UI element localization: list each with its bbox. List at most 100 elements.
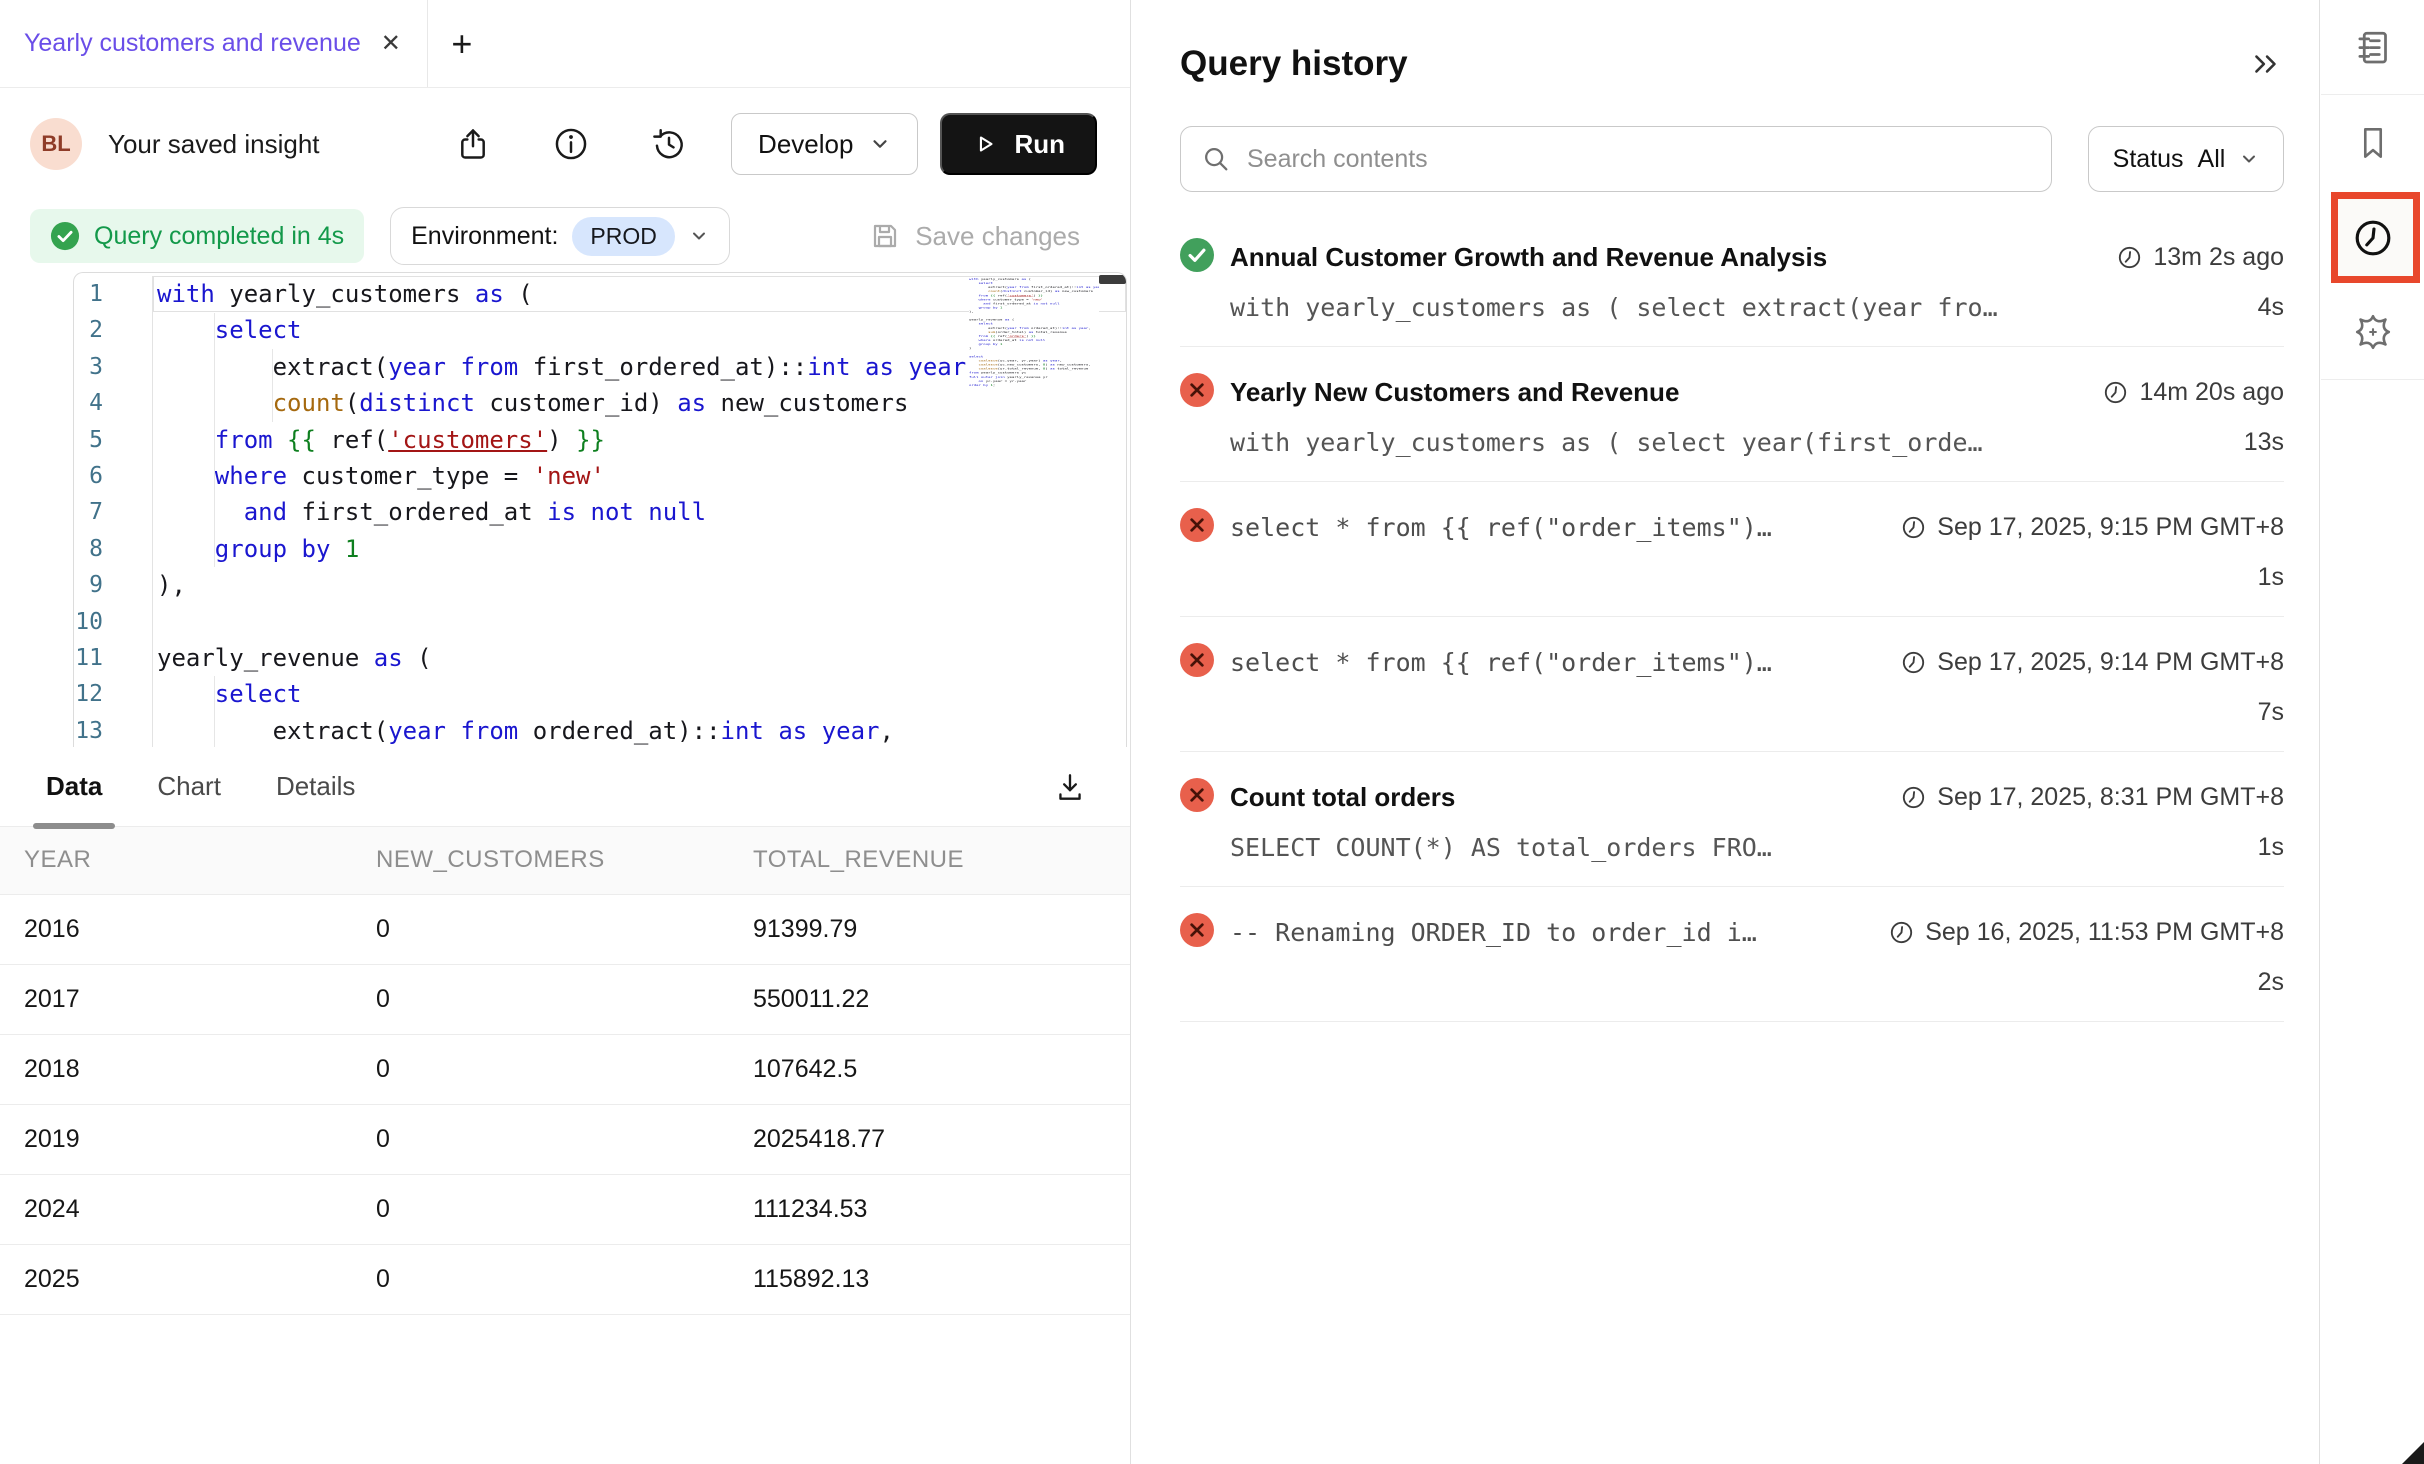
clock-icon xyxy=(1900,514,1927,541)
line-number: 10 xyxy=(74,604,152,640)
history-item-title: Yearly New Customers and Revenue xyxy=(1230,377,1679,408)
new-tab-button[interactable]: + xyxy=(428,0,496,87)
status-filter-label: Status xyxy=(2113,145,2184,174)
history-item-main-row: Annual Customer Growth and Revenue Analy… xyxy=(1180,238,2284,277)
history-item-timestamp: Sep 17, 2025, 9:15 PM GMT+8 xyxy=(1880,513,2284,542)
sql-ide-app: Yearly customers and revenue ✕ + BL Your… xyxy=(0,0,2424,1464)
indent-guide xyxy=(214,313,215,567)
results-tab-data[interactable]: Data xyxy=(46,747,102,826)
status-filter-dropdown[interactable]: Status All xyxy=(2088,126,2284,192)
line-number: 1 xyxy=(74,276,152,312)
history-item[interactable]: Annual Customer Growth and Revenue Analy… xyxy=(1180,212,2284,347)
editor-scrollbar-thumb[interactable] xyxy=(1099,275,1126,284)
history-item-duration: 13s xyxy=(2224,428,2284,457)
info-icon[interactable] xyxy=(551,124,591,164)
rail-item-bookmarks[interactable] xyxy=(2321,95,2424,190)
indent-guide xyxy=(214,676,215,747)
error-x-icon xyxy=(1180,643,1214,677)
table-cell: 0 xyxy=(376,894,753,964)
rail-item-query-history[interactable] xyxy=(2321,190,2424,285)
column-header: TOTAL_REVENUE xyxy=(753,827,1130,894)
history-item-title: select * from {{ ref("order_items")… xyxy=(1230,648,1772,677)
code-line[interactable]: 12 select xyxy=(74,676,1126,712)
environment-selector[interactable]: Environment: PROD xyxy=(390,207,730,265)
table-row: 2016091399.79 xyxy=(0,894,1130,964)
timestamp-text: Sep 16, 2025, 11:53 PM GMT+8 xyxy=(1925,918,2284,947)
owner-label: Your saved insight xyxy=(108,129,320,160)
save-changes-button[interactable]: Save changes xyxy=(869,220,1080,252)
version-history-icon[interactable] xyxy=(649,124,689,164)
tab-bar: Yearly customers and revenue ✕ + xyxy=(0,0,1130,88)
rail-item-notebook[interactable] xyxy=(2321,0,2424,95)
error-x-icon xyxy=(1180,373,1214,407)
line-number: 4 xyxy=(74,385,152,421)
right-icon-rail xyxy=(2321,0,2424,1464)
tab-yearly-customers[interactable]: Yearly customers and revenue ✕ xyxy=(0,0,428,87)
history-item-title: -- Renaming ORDER_ID to order_id i… xyxy=(1230,918,1757,947)
clock-icon xyxy=(2351,216,2395,260)
table-cell: 91399.79 xyxy=(753,894,1130,964)
clock-icon xyxy=(2116,244,2143,271)
history-item-detail-row: SELECT COUNT(*) AS total_orders FRO…1s xyxy=(1180,833,2284,862)
history-item-timestamp: 14m 20s ago xyxy=(2082,378,2284,407)
error-x-icon xyxy=(1180,913,1214,947)
develop-label: Develop xyxy=(758,129,853,160)
line-number: 2 xyxy=(74,312,152,348)
history-item-duration: 4s xyxy=(2238,293,2284,322)
download-icon[interactable] xyxy=(1050,767,1090,807)
timestamp-text: 14m 20s ago xyxy=(2139,378,2284,407)
history-item-timestamp: Sep 17, 2025, 8:31 PM GMT+8 xyxy=(1880,783,2284,812)
history-item[interactable]: Yearly New Customers and Revenue 14m 20s … xyxy=(1180,347,2284,482)
history-item-main-row: -- Renaming ORDER_ID to order_id i… Sep 1… xyxy=(1180,913,2284,952)
results-tab-chart[interactable]: Chart xyxy=(157,747,221,826)
table-row: 20180107642.5 xyxy=(0,1034,1130,1104)
history-item[interactable]: -- Renaming ORDER_ID to order_id i… Sep 1… xyxy=(1180,887,2284,1022)
query-status-badge: Query completed in 4s xyxy=(30,209,364,263)
history-item[interactable]: select * from {{ ref("order_items")… Sep … xyxy=(1180,482,2284,617)
line-number: 13 xyxy=(74,713,152,747)
editor-minimap[interactable]: with yearly_customers as ( select extrac… xyxy=(969,277,1099,657)
history-item-title: select * from {{ ref("order_items")… xyxy=(1230,513,1772,542)
clock-icon xyxy=(1900,649,1927,676)
history-item-duration: 1s xyxy=(2238,833,2284,862)
line-number: 11 xyxy=(74,640,152,676)
collapse-panel-icon[interactable] xyxy=(2249,47,2283,81)
code-area[interactable]: 1with yearly_customers as (2 select3 ext… xyxy=(73,272,1127,747)
history-item[interactable]: select * from {{ ref("order_items")…Sep … xyxy=(1180,617,2284,752)
status-bar: Query completed in 4s Environment: PROD … xyxy=(0,200,1130,272)
search-input[interactable] xyxy=(1247,145,2031,174)
history-item-main-row: select * from {{ ref("order_items")… Sep … xyxy=(1180,508,2284,547)
error-x-icon xyxy=(1180,778,1214,812)
develop-button[interactable]: Develop xyxy=(731,113,918,175)
table-cell: 0 xyxy=(376,1244,753,1314)
status-filter-value: All xyxy=(2198,145,2226,174)
history-item-main-row: Yearly New Customers and Revenue 14m 20s … xyxy=(1180,373,2284,412)
history-item-detail-row: with yearly_customers as ( select year(f… xyxy=(1180,428,2284,457)
table-cell: 0 xyxy=(376,964,753,1034)
history-item-title: Count total orders xyxy=(1230,782,1455,813)
error-status-icon xyxy=(1180,508,1214,547)
lineage-star-icon xyxy=(2352,311,2394,353)
table-row: 201902025418.77 xyxy=(0,1104,1130,1174)
results-tab-details[interactable]: Details xyxy=(276,747,355,826)
timestamp-text: 13m 2s ago xyxy=(2153,243,2284,272)
close-tab-icon[interactable]: ✕ xyxy=(381,29,401,58)
run-button[interactable]: Run xyxy=(940,113,1097,175)
environment-value-badge: PROD xyxy=(572,217,674,256)
rail-item-lineage[interactable] xyxy=(2321,285,2424,380)
search-box[interactable] xyxy=(1180,126,2052,192)
table-cell: 0 xyxy=(376,1034,753,1104)
table-cell: 0 xyxy=(376,1174,753,1244)
history-item-duration: 2s xyxy=(2238,968,2284,997)
clock-icon xyxy=(1900,784,1927,811)
sql-editor[interactable]: 1with yearly_customers as (2 select3 ext… xyxy=(0,272,1130,747)
error-status-icon xyxy=(1180,778,1214,817)
code-line[interactable]: 13 extract(year from ordered_at)::int as… xyxy=(74,713,1126,747)
history-item[interactable]: Count total orders Sep 17, 2025, 8:31 PM … xyxy=(1180,752,2284,887)
line-number: 9 xyxy=(74,567,152,603)
error-x-icon xyxy=(1180,508,1214,542)
share-icon[interactable] xyxy=(453,124,493,164)
line-number: 12 xyxy=(74,676,152,712)
table-cell: 111234.53 xyxy=(753,1174,1130,1244)
tab-title: Yearly customers and revenue xyxy=(24,29,361,58)
